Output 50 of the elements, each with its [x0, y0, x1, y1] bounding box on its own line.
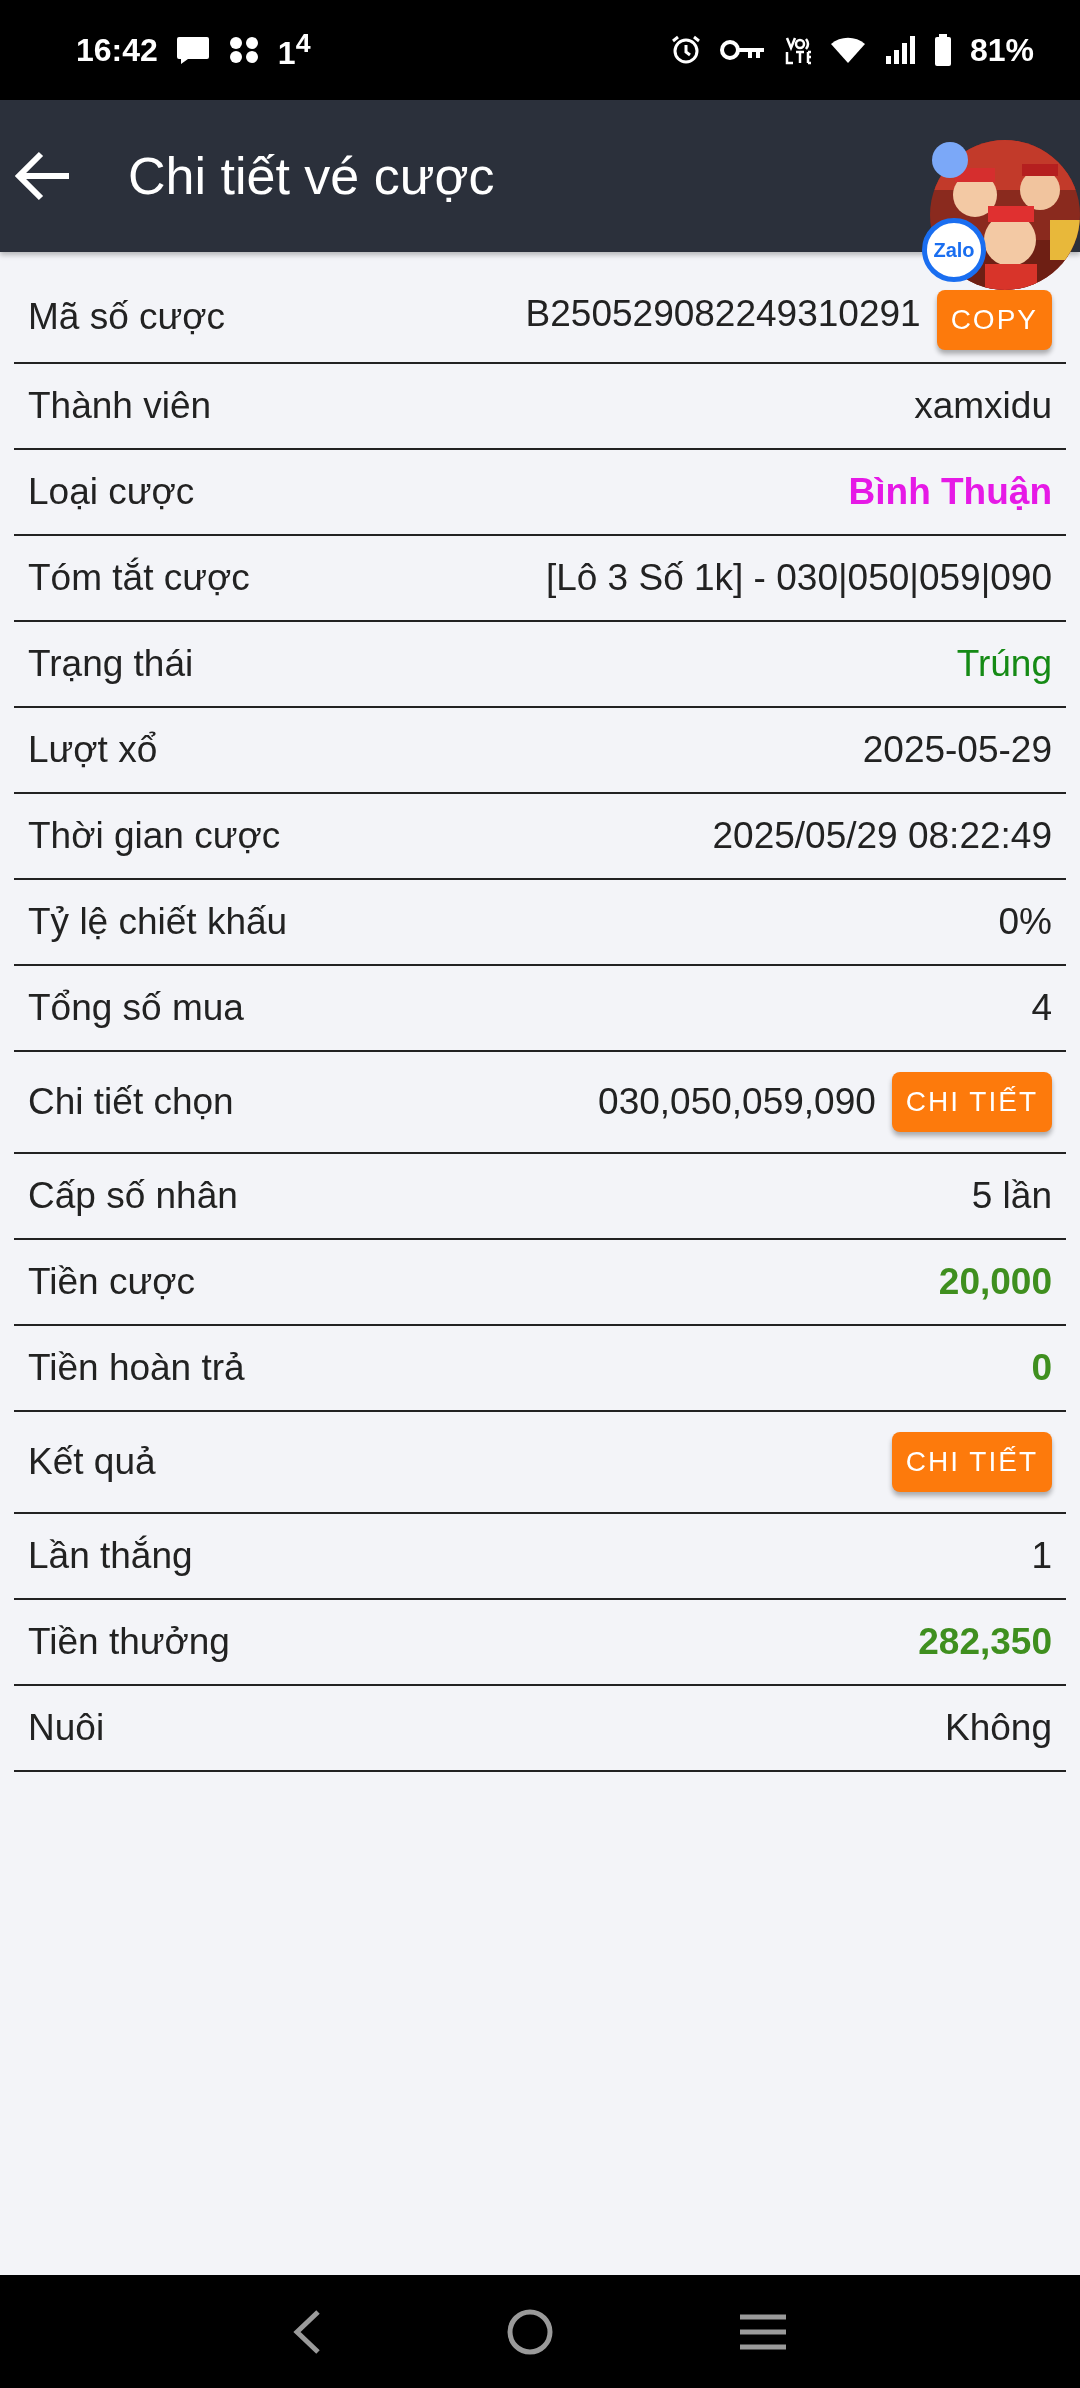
back-nav-icon[interactable] [292, 2308, 322, 2355]
field-label: Tổng số mua [28, 987, 244, 1029]
field-label: Tiền thưởng [28, 1621, 230, 1663]
field-label: Lần thắng [28, 1535, 193, 1577]
field-value: Không [945, 1707, 1052, 1749]
field-value: xamxidu [914, 385, 1052, 427]
field-label: Chi tiết chọn [28, 1081, 234, 1123]
field-value: 0% [998, 901, 1052, 943]
notification-count: 1$^{4}$ [277, 28, 311, 72]
field-label: Tỷ lệ chiết khấu [28, 901, 288, 943]
field-label: Cấp số nhân [28, 1175, 238, 1217]
field-value: B250529082249310291 [525, 293, 921, 335]
field-value: 20,000 [938, 1261, 1052, 1303]
field-value: 282,350 [918, 1621, 1052, 1663]
detail-button[interactable]: COPY [936, 290, 1052, 350]
battery-percentage: 81% [969, 31, 1034, 69]
field-label: Trạng thái [28, 643, 194, 685]
field-label: Tiền hoàn trả [28, 1347, 245, 1389]
field-value: 5 lần [971, 1175, 1052, 1217]
field-value: Trúng [956, 643, 1052, 685]
field-value: 4 [1031, 987, 1052, 1029]
field-label: Thời gian cược [28, 815, 281, 857]
signal-icon [883, 36, 916, 64]
field-label: Lượt xổ [28, 729, 158, 771]
field-label: Mã số cược [28, 296, 226, 338]
wifi-icon [829, 35, 866, 65]
battery-icon [933, 34, 952, 66]
status-time: 16:42 [76, 31, 158, 69]
back-icon[interactable] [14, 151, 72, 201]
field-value: [Lô 3 Số 1k] - 030|050|059|090 [545, 557, 1052, 599]
volte-icon [783, 35, 812, 65]
detail-button[interactable]: CHI TIẾT [891, 1432, 1052, 1492]
field-label: Tiền cược [28, 1261, 195, 1303]
field-value: Bình Thuận [848, 471, 1052, 513]
field-value: 2025/05/29 08:22:49 [712, 815, 1052, 857]
field-label: Nuôi [28, 1707, 105, 1749]
field-label: Kết quả [28, 1441, 156, 1483]
detail-button[interactable]: CHI TIẾT [891, 1072, 1052, 1132]
alarm-icon [669, 34, 702, 66]
chat-app-icon [175, 35, 210, 65]
page-title: Chi tiết vé cược [128, 146, 495, 206]
field-label: Loại cược [28, 471, 195, 513]
field-value: 1 [1031, 1535, 1052, 1577]
field-value: 030,050,059,090 [598, 1081, 876, 1123]
field-label: Tóm tắt cược [28, 557, 250, 599]
field-label: Thành viên [28, 385, 212, 427]
field-value: 0 [1031, 1347, 1052, 1389]
home-nav-icon[interactable] [506, 2307, 554, 2356]
key-icon [719, 38, 766, 62]
field-value: 2025-05-29 [862, 729, 1052, 771]
